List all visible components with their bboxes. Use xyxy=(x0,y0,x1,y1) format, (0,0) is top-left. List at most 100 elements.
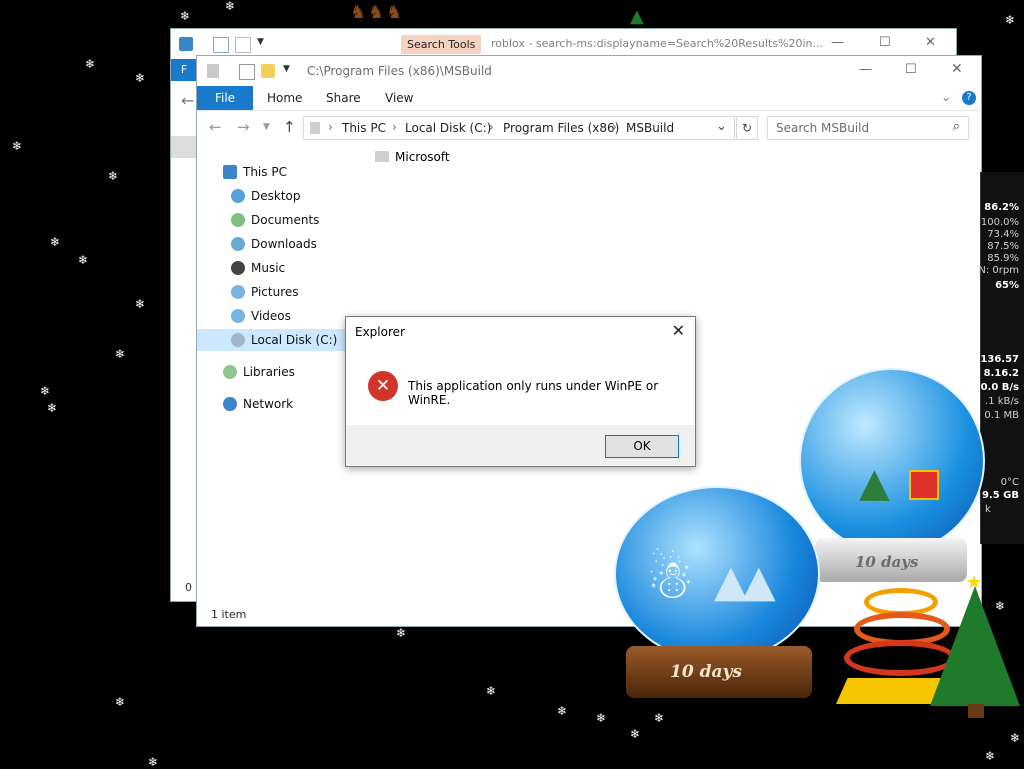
gadget-readout: 136.57 xyxy=(980,354,1019,365)
gadget-readout: 86.2% xyxy=(984,202,1019,213)
snowflake: ❄ xyxy=(557,704,568,718)
tab-file[interactable]: File xyxy=(197,86,253,110)
new-folder-icon[interactable] xyxy=(235,37,251,53)
search-icon[interactable]: ⌕ xyxy=(953,119,960,134)
window-title: roblox - search-ms:displayname=Search%20… xyxy=(491,37,823,50)
snowflake: ❄ xyxy=(148,755,159,769)
breadcrumb-separator-icon[interactable]: › xyxy=(328,120,333,134)
gadget-readout: 73.4% xyxy=(987,229,1019,240)
gadget-readout: .1 kB/s xyxy=(985,396,1019,407)
back-arrow-icon[interactable]: ← xyxy=(209,118,222,136)
videos-icon xyxy=(231,309,245,323)
ribbon: File Home Share View ⌄ ? xyxy=(197,86,981,111)
days-label: 10 days xyxy=(855,553,919,571)
nav-item-label: Music xyxy=(251,261,286,275)
nav-item-desktop[interactable]: Desktop xyxy=(231,185,391,207)
nav-item-label: This PC xyxy=(243,165,287,179)
title-bar[interactable]: ▼ C:\Program Files (x86)\MSBuild — ☐ ✕ xyxy=(197,56,981,86)
address-bar[interactable]: › This PC › Local Disk (C:) › Program Fi… xyxy=(303,116,735,140)
up-arrow-icon[interactable]: ↑ xyxy=(283,118,296,136)
folder-icon xyxy=(207,64,219,78)
close-icon[interactable]: ✕ xyxy=(672,321,685,340)
breadcrumb-separator-icon[interactable]: › xyxy=(612,120,617,134)
tree-trunk xyxy=(968,704,984,718)
address-bar-row: ← → ▼ ↑ › This PC › Local Disk (C:) › Pr… xyxy=(197,114,981,142)
back-arrow-icon[interactable]: ← xyxy=(181,91,194,110)
gadget-readout: 65% xyxy=(995,280,1019,291)
refresh-button[interactable]: ↻ xyxy=(736,116,758,140)
close-button[interactable]: ✕ xyxy=(951,61,963,77)
nav-item-label: Videos xyxy=(251,309,291,323)
snowflake: ❄ xyxy=(50,235,61,249)
gadget-readout: N: 0rpm xyxy=(978,265,1019,276)
address-dropdown-chevron-icon[interactable]: ⌄ xyxy=(716,119,727,134)
nav-item-label: Pictures xyxy=(251,285,299,299)
recent-locations-chevron-icon[interactable]: ▼ xyxy=(263,122,270,132)
file-tab[interactable]: F xyxy=(171,59,197,81)
expand-ribbon-chevron-icon[interactable]: ⌄ xyxy=(941,90,951,104)
snowflake: ❄ xyxy=(115,347,126,361)
snowflake: ❄ xyxy=(180,9,191,23)
dialog-message: This application only runs under WinPE o… xyxy=(408,379,659,407)
gadget-readout: 9.5 GB xyxy=(981,490,1019,501)
breadcrumb-separator-icon[interactable]: › xyxy=(392,120,397,134)
breadcrumb-this-pc[interactable]: This PC xyxy=(342,121,386,135)
forward-arrow-icon[interactable]: → xyxy=(237,118,250,136)
snowflake: ❄ xyxy=(40,384,51,398)
ok-button[interactable]: OK xyxy=(605,435,679,458)
documents-icon xyxy=(231,213,245,227)
chevron-down-icon[interactable]: ▼ xyxy=(283,64,297,78)
help-icon[interactable]: ? xyxy=(962,91,976,105)
new-folder-icon[interactable] xyxy=(261,64,275,78)
dialog-footer: OK xyxy=(346,425,695,466)
nav-item-music[interactable]: Music xyxy=(231,257,391,279)
folder-icon xyxy=(310,122,320,134)
breadcrumb-separator-icon[interactable]: › xyxy=(489,120,494,134)
tab-home[interactable]: Home xyxy=(253,86,316,110)
error-icon: ✕ xyxy=(368,371,398,401)
error-dialog[interactable]: Explorer ✕ ✕ This application only runs … xyxy=(345,316,696,467)
nav-item-label: Local Disk (C:) xyxy=(251,333,338,347)
nav-item-label: Network xyxy=(243,397,294,411)
nav-item-pictures[interactable]: Pictures xyxy=(231,281,391,303)
file-list: Microsoft xyxy=(375,150,450,164)
nav-item-downloads[interactable]: Downloads xyxy=(231,233,391,255)
maximize-button[interactable]: ☐ xyxy=(879,35,891,50)
tab-view[interactable]: View xyxy=(371,86,427,110)
nav-item-label: Libraries xyxy=(243,365,295,379)
breadcrumb-local-disk[interactable]: Local Disk (C:) xyxy=(405,121,491,135)
snowflake: ❄ xyxy=(985,749,996,763)
snowflake: ❄ xyxy=(486,684,497,698)
chevron-down-icon[interactable]: ▼ xyxy=(257,37,271,51)
list-item[interactable]: Microsoft xyxy=(375,150,450,164)
file-name: Microsoft xyxy=(395,150,450,164)
desktop-icon xyxy=(231,189,245,203)
snowflake: ❄ xyxy=(630,727,641,741)
close-button[interactable]: ✕ xyxy=(925,35,936,50)
nav-item-this-pc[interactable]: This PC xyxy=(223,161,393,183)
snowflake: ❄ xyxy=(78,253,89,267)
minimize-button[interactable]: — xyxy=(859,62,872,77)
minimize-button[interactable]: — xyxy=(831,35,844,50)
christmas-tree-icon: ▲ xyxy=(859,460,890,506)
folder-icon xyxy=(375,151,389,162)
gift-icon xyxy=(909,470,939,500)
snowflake: ❄ xyxy=(135,297,146,311)
tree-cursor-decoration: ▲ xyxy=(630,6,644,27)
breadcrumb-program-files[interactable]: Program Files (x86) xyxy=(503,121,619,135)
snowflake: ❄ xyxy=(135,71,146,85)
maximize-button[interactable]: ☐ xyxy=(905,62,917,77)
gadget-readout: 8.16.2 xyxy=(983,368,1019,379)
tab-share[interactable]: Share xyxy=(312,86,375,110)
search-input[interactable]: Search MSBuild ⌕ xyxy=(767,116,969,140)
properties-icon[interactable] xyxy=(239,64,255,80)
nav-item-label: Downloads xyxy=(251,237,317,251)
properties-icon[interactable] xyxy=(213,37,229,53)
snowflake: ❄ xyxy=(1010,731,1021,745)
nav-item-documents[interactable]: Documents xyxy=(231,209,391,231)
snowflake: ❄ xyxy=(396,626,407,640)
window-title: C:\Program Files (x86)\MSBuild xyxy=(307,64,492,78)
snowflake: ❄ xyxy=(12,139,23,153)
breadcrumb-msbuild[interactable]: MSBuild xyxy=(626,121,674,135)
search-tools-tab[interactable]: Search Tools xyxy=(401,35,482,54)
